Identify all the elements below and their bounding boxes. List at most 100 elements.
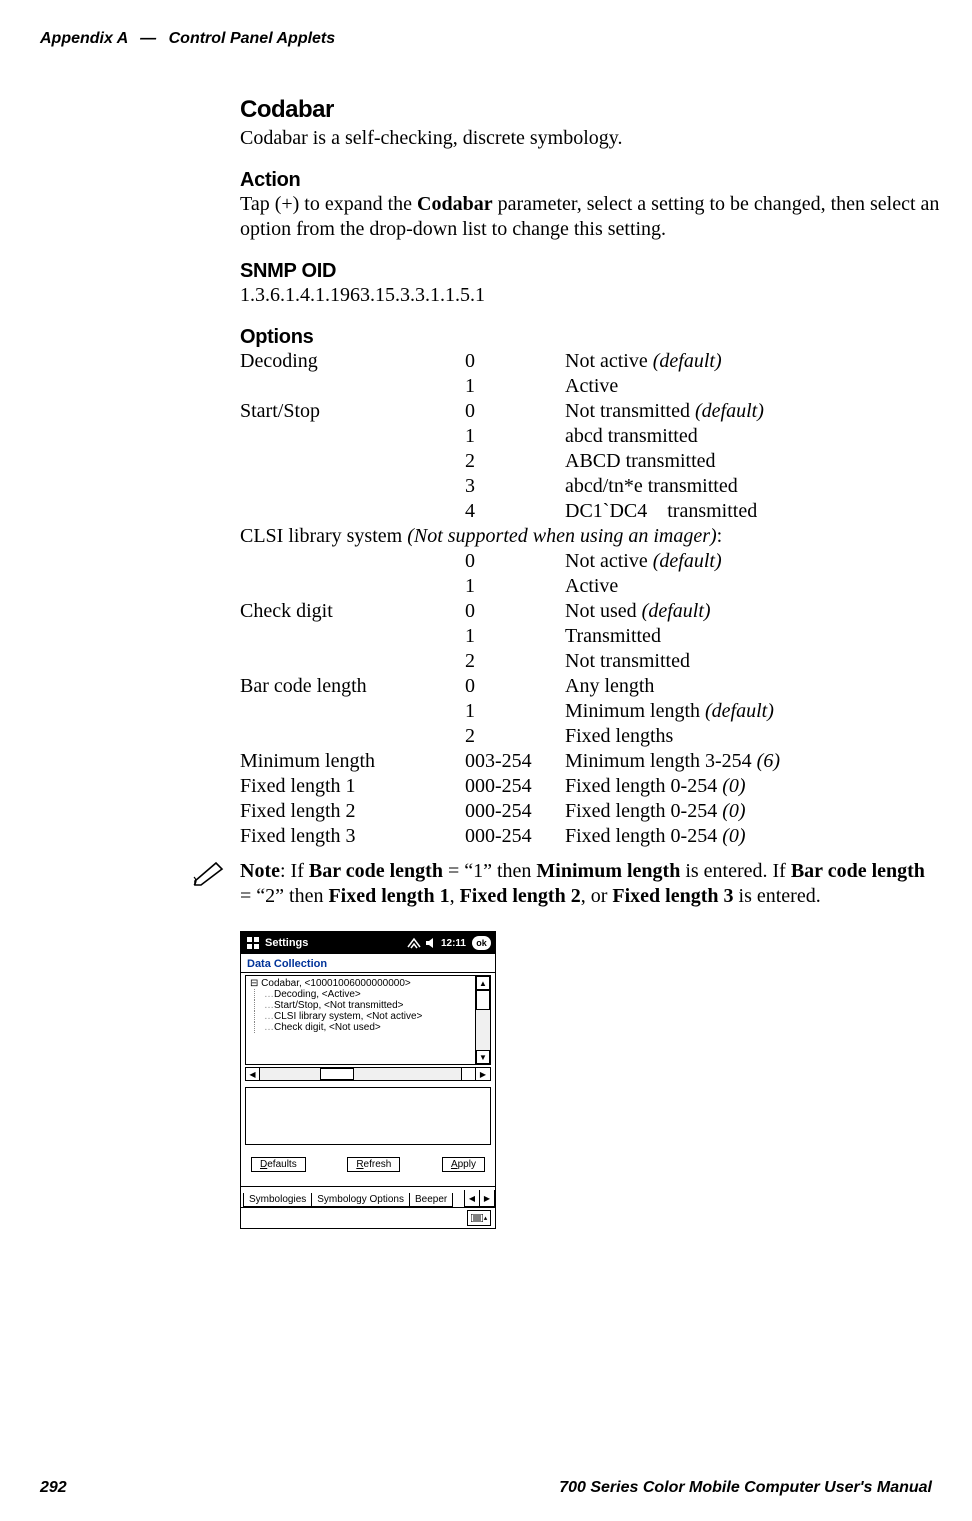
option-desc: Not used (default) bbox=[565, 599, 940, 624]
tab-symbologies[interactable]: Symbologies bbox=[243, 1193, 312, 1207]
option-name: Start/Stop bbox=[240, 399, 465, 424]
option-code: 0 bbox=[465, 349, 565, 374]
option-name bbox=[240, 699, 465, 724]
tab-beeper[interactable]: Beeper bbox=[409, 1193, 453, 1207]
snmp-oid-value: 1.3.6.1.4.1.1963.15.3.3.1.1.5.1 bbox=[240, 283, 940, 308]
keyboard-icon[interactable]: ▴ bbox=[467, 1210, 491, 1226]
running-header: Appendix A — Control Panel Applets bbox=[40, 30, 932, 48]
option-desc: Fixed length 0-254 (0) bbox=[565, 774, 940, 799]
option-desc: Not active (default) bbox=[565, 349, 940, 374]
options-table-part1: Decoding0Not active (default)1ActiveStar… bbox=[240, 349, 940, 524]
option-name bbox=[240, 649, 465, 674]
option-desc: Any length bbox=[565, 674, 940, 699]
apply-button[interactable]: Apply bbox=[442, 1157, 485, 1172]
option-desc: Not transmitted bbox=[565, 649, 940, 674]
option-code: 4 bbox=[465, 499, 565, 524]
page-number: 292 bbox=[40, 1479, 67, 1497]
manual-title: 700 Series Color Mobile Computer User's … bbox=[559, 1479, 932, 1497]
option-desc: Not transmitted (default) bbox=[565, 399, 940, 424]
refresh-button[interactable]: Refresh bbox=[347, 1157, 400, 1172]
connectivity-icon[interactable] bbox=[407, 937, 421, 949]
option-code: 0 bbox=[465, 599, 565, 624]
pda-clock: 12:11 bbox=[441, 938, 466, 949]
heading-snmp-oid: SNMP OID bbox=[240, 260, 940, 283]
pda-window-title: Data Collection bbox=[241, 954, 495, 972]
option-name: Check digit bbox=[240, 599, 465, 624]
tree-panel[interactable]: Codabar, <10001006000000000> Decoding, <… bbox=[245, 975, 491, 1065]
heading-options: Options bbox=[240, 326, 940, 349]
tree-item[interactable]: Decoding, <Active> bbox=[250, 989, 488, 1000]
option-name: Fixed length 3 bbox=[240, 824, 465, 849]
option-desc: Minimum length 3-254 (6) bbox=[565, 749, 940, 774]
tree-root[interactable]: Codabar, <10001006000000000> bbox=[250, 978, 488, 989]
option-desc: Transmitted bbox=[565, 624, 940, 649]
tab-symbology-options[interactable]: Symbology Options bbox=[311, 1193, 410, 1207]
option-desc: abcd/tn*e transmitted bbox=[565, 474, 940, 499]
option-desc: Not active (default) bbox=[565, 549, 940, 574]
option-code: 003-254 bbox=[465, 749, 565, 774]
tab-scroll-right-icon[interactable]: ▶ bbox=[479, 1190, 495, 1207]
option-code: 2 bbox=[465, 649, 565, 674]
pda-topbar: Settings 12:11 ok bbox=[241, 932, 495, 954]
heading-codabar: Codabar bbox=[240, 96, 940, 124]
header-appendix: Appendix bbox=[40, 30, 113, 47]
option-code: 000-254 bbox=[465, 774, 565, 799]
option-name: Fixed length 2 bbox=[240, 799, 465, 824]
start-icon[interactable] bbox=[245, 935, 261, 951]
option-name bbox=[240, 549, 465, 574]
tree-item[interactable]: Check digit, <Not used> bbox=[250, 1022, 488, 1033]
option-name bbox=[240, 724, 465, 749]
option-code: 1 bbox=[465, 574, 565, 599]
option-code: 2 bbox=[465, 724, 565, 749]
scroll-track[interactable] bbox=[260, 1068, 462, 1080]
note-text: Note: If Bar code length = “1” then Mini… bbox=[240, 859, 940, 909]
option-name bbox=[240, 374, 465, 399]
ok-button[interactable]: ok bbox=[472, 936, 491, 950]
scroll-left-icon[interactable]: ◀ bbox=[246, 1068, 260, 1080]
option-name bbox=[240, 499, 465, 524]
scroll-thumb[interactable] bbox=[476, 990, 490, 1010]
option-desc: Fixed length 0-254 (0) bbox=[565, 824, 940, 849]
tree-item[interactable]: CLSI library system, <Not active> bbox=[250, 1011, 488, 1022]
option-desc: ABCD transmitted bbox=[565, 449, 940, 474]
scroll-up-icon[interactable]: ▲ bbox=[476, 976, 490, 990]
header-appendix-letter: A bbox=[117, 30, 128, 47]
header-section: Control Panel Applets bbox=[169, 30, 336, 47]
option-name: Bar code length bbox=[240, 674, 465, 699]
speaker-icon[interactable] bbox=[425, 937, 437, 949]
vertical-scrollbar[interactable]: ▲ ▼ bbox=[475, 976, 490, 1064]
scroll-right-icon[interactable]: ▶ bbox=[476, 1068, 490, 1080]
option-desc: Minimum length (default) bbox=[565, 699, 940, 724]
defaults-button[interactable]: Defaults bbox=[251, 1157, 306, 1172]
option-desc: abcd transmitted bbox=[565, 424, 940, 449]
running-footer: 292 700 Series Color Mobile Computer Use… bbox=[40, 1479, 932, 1497]
option-name bbox=[240, 474, 465, 499]
header-dash: — bbox=[140, 30, 156, 47]
option-name: Decoding bbox=[240, 349, 465, 374]
scroll-thumb[interactable] bbox=[320, 1068, 354, 1080]
option-desc: DC1`DC4 transmitted bbox=[565, 499, 940, 524]
option-code: 2 bbox=[465, 449, 565, 474]
option-code: 1 bbox=[465, 424, 565, 449]
option-code: 0 bbox=[465, 549, 565, 574]
option-code: 000-254 bbox=[465, 824, 565, 849]
option-name bbox=[240, 424, 465, 449]
codabar-description: Codabar is a self-checking, discrete sym… bbox=[240, 126, 940, 151]
pda-bottom-bar: ▴ bbox=[241, 1207, 495, 1228]
option-code: 1 bbox=[465, 374, 565, 399]
tree-item[interactable]: Start/Stop, <Not transmitted> bbox=[250, 1000, 488, 1011]
option-desc: Active bbox=[565, 574, 940, 599]
tab-scroll-left-icon[interactable]: ◀ bbox=[464, 1190, 480, 1207]
option-code: 3 bbox=[465, 474, 565, 499]
value-list-panel[interactable] bbox=[245, 1087, 491, 1145]
scroll-down-icon[interactable]: ▼ bbox=[476, 1050, 490, 1064]
option-name: Minimum length bbox=[240, 749, 465, 774]
horizontal-scrollbar[interactable]: ◀ ▶ bbox=[245, 1067, 491, 1081]
option-desc: Fixed lengths bbox=[565, 724, 940, 749]
option-code: 0 bbox=[465, 399, 565, 424]
option-code: 1 bbox=[465, 699, 565, 724]
pda-screenshot: Settings 12:11 ok Data Collection Codab bbox=[240, 931, 496, 1229]
option-name: Fixed length 1 bbox=[240, 774, 465, 799]
clsi-line: CLSI library system (Not supported when … bbox=[240, 524, 940, 549]
note-icon bbox=[192, 859, 228, 887]
